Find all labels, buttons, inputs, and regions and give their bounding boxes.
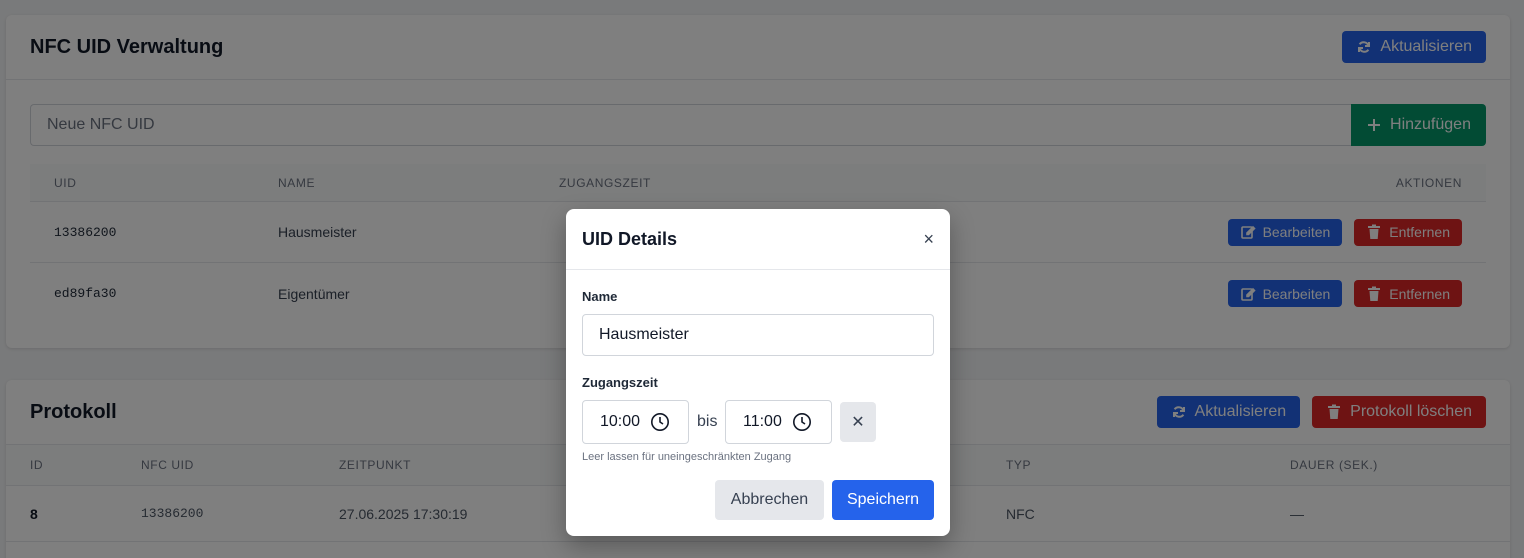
cancel-button[interactable]: Abbrechen [715,480,824,520]
clock-icon[interactable] [792,412,812,432]
save-button[interactable]: Speichern [832,480,934,520]
close-icon: ✕ [851,414,865,431]
time-to-value: 11:00 [743,413,782,430]
uid-details-modal: UID Details × Name Zugangszeit 10:00 bis… [566,209,950,536]
name-label: Name [582,289,618,304]
bis-label: bis [697,413,718,430]
access-hint: Leer lassen für uneingeschränkten Zugang [582,451,792,463]
time-to-input[interactable]: 11:00 [725,400,832,444]
clear-time-button[interactable]: ✕ [840,402,876,442]
time-from-value: 10:00 [600,413,641,430]
zugangszeit-label: Zugangszeit [582,375,658,390]
modal-title: UID Details [582,228,678,249]
modal-header: UID Details × [566,209,950,270]
name-field[interactable] [582,314,934,356]
clock-icon[interactable] [650,412,670,432]
close-icon[interactable]: × [923,229,934,250]
time-from-input[interactable]: 10:00 [582,400,689,444]
